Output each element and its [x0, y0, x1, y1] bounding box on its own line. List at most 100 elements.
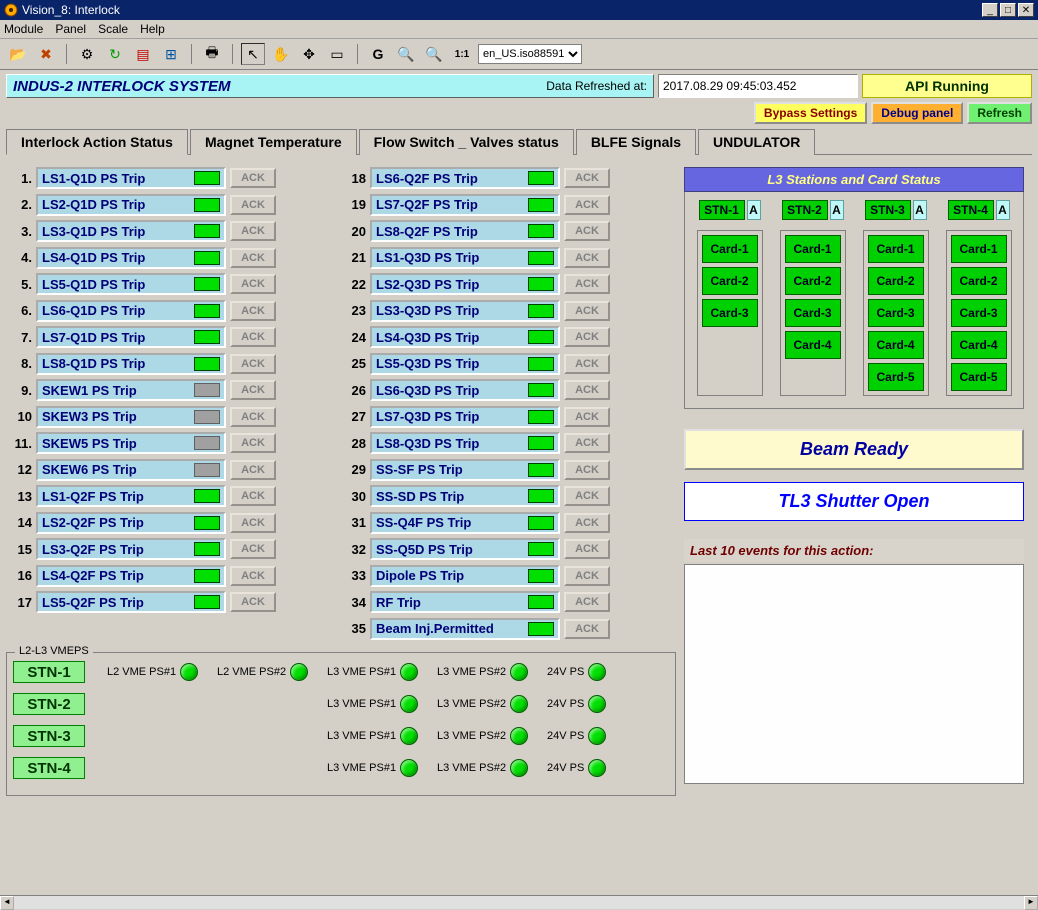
menu-panel[interactable]: Panel — [55, 22, 86, 36]
status-led — [194, 436, 220, 450]
bypass-settings-button[interactable]: Bypass Settings — [754, 102, 867, 124]
ack-button[interactable]: ACK — [564, 433, 610, 453]
tab-interlock-action-status[interactable]: Interlock Action Status — [6, 129, 188, 155]
locale-selector[interactable]: en_US.iso88591 — [478, 44, 582, 64]
ack-button[interactable]: ACK — [564, 619, 610, 639]
tab-blfe-signals[interactable]: BLFE Signals — [576, 129, 696, 155]
trip-index: 17 — [6, 595, 32, 610]
vmeps-row: STN-3L3 VME PS#1L3 VME PS#224V PS — [13, 725, 669, 747]
ack-button[interactable]: ACK — [230, 539, 276, 559]
zoom-out-icon[interactable]: 🔍 — [422, 43, 446, 65]
vmeps-cell: L2 VME PS#2 — [217, 663, 323, 681]
trip-index: 5. — [6, 277, 32, 292]
ack-button[interactable]: ACK — [230, 274, 276, 294]
ack-button[interactable]: ACK — [230, 195, 276, 215]
ack-button[interactable]: ACK — [230, 407, 276, 427]
vmeps-label: 24V PS — [547, 698, 584, 710]
menu-help[interactable]: Help — [140, 22, 165, 36]
card-status: Card-4 — [868, 331, 924, 359]
print-icon[interactable]: 🖶 — [200, 43, 224, 65]
trip-status: LS6-Q1D PS Trip — [36, 300, 226, 322]
ack-button[interactable]: ACK — [230, 380, 276, 400]
ack-button[interactable]: ACK — [564, 380, 610, 400]
vmeps-cell: L3 VME PS#1 — [327, 695, 433, 713]
trip-index: 4. — [6, 250, 32, 265]
tab-undulator[interactable]: UNDULATOR — [698, 129, 815, 155]
menu-scale[interactable]: Scale — [98, 22, 128, 36]
trip-index: 23 — [340, 303, 366, 318]
ack-button[interactable]: ACK — [564, 460, 610, 480]
trip-index: 9. — [6, 383, 32, 398]
trip-label: LS2-Q3D PS Trip — [376, 277, 479, 292]
status-led — [194, 516, 220, 530]
trip-row: 11.SKEW5 PS TripACK — [6, 432, 326, 454]
ack-button[interactable]: ACK — [230, 460, 276, 480]
zoom-reset[interactable]: 1:1 — [450, 43, 474, 65]
trip-row: 17LS5-Q2F PS TripACK — [6, 591, 326, 613]
trip-index: 18 — [340, 171, 366, 186]
status-led — [528, 622, 554, 636]
trip-row: 6.LS6-Q1D PS TripACK — [6, 300, 326, 322]
trip-index: 14 — [6, 515, 32, 530]
ack-button[interactable]: ACK — [564, 407, 610, 427]
history-icon[interactable]: ↻ — [103, 43, 127, 65]
close-window-button[interactable]: ✕ — [1018, 3, 1034, 17]
trip-column-2: 18LS6-Q2F PS TripACK19LS7-Q2F PS TripACK… — [340, 167, 660, 644]
trip-row: 5.LS5-Q1D PS TripACK — [6, 273, 326, 295]
ack-button[interactable]: ACK — [564, 539, 610, 559]
trip-label: Dipole PS Trip — [376, 568, 464, 583]
zoom-in-icon[interactable]: 🔍 — [394, 43, 418, 65]
hand-icon[interactable]: ✋ — [269, 43, 293, 65]
ack-button[interactable]: ACK — [564, 354, 610, 374]
ack-button[interactable]: ACK — [564, 301, 610, 321]
ack-button[interactable]: ACK — [230, 433, 276, 453]
horizontal-scrollbar[interactable]: ◄► — [0, 895, 1038, 909]
tree-icon[interactable]: ⊞ — [159, 43, 183, 65]
ack-button[interactable]: ACK — [564, 248, 610, 268]
cursor-icon[interactable]: ↖ — [241, 43, 265, 65]
tab-flow-switch-valves-status[interactable]: Flow Switch _ Valves status — [359, 129, 574, 155]
tab-magnet-temperature[interactable]: Magnet Temperature — [190, 129, 357, 155]
gear-icon[interactable]: ⚙ — [75, 43, 99, 65]
status-led — [194, 304, 220, 318]
ack-button[interactable]: ACK — [230, 592, 276, 612]
debug-panel-button[interactable]: Debug panel — [871, 102, 963, 124]
layers-icon[interactable]: ▤ — [131, 43, 155, 65]
trip-label: SKEW5 PS Trip — [42, 436, 137, 451]
status-led — [588, 727, 606, 745]
ack-button[interactable]: ACK — [564, 274, 610, 294]
ack-button[interactable]: ACK — [564, 486, 610, 506]
ack-button[interactable]: ACK — [564, 195, 610, 215]
ack-button[interactable]: ACK — [564, 327, 610, 347]
move-icon[interactable]: ✥ — [297, 43, 321, 65]
ack-button[interactable]: ACK — [230, 221, 276, 241]
rect-icon[interactable]: ▭ — [325, 43, 349, 65]
g-tool-icon[interactable]: G — [366, 43, 390, 65]
status-led — [528, 463, 554, 477]
ack-button[interactable]: ACK — [230, 566, 276, 586]
ack-button[interactable]: ACK — [230, 327, 276, 347]
trip-label: SKEW1 PS Trip — [42, 383, 137, 398]
status-led — [194, 198, 220, 212]
status-led — [400, 695, 418, 713]
refresh-label: Data Refreshed at: — [546, 79, 647, 93]
close-icon[interactable]: ✖ — [34, 43, 58, 65]
ack-button[interactable]: ACK — [230, 513, 276, 533]
ack-button[interactable]: ACK — [230, 248, 276, 268]
ack-button[interactable]: ACK — [230, 354, 276, 374]
ack-button[interactable]: ACK — [564, 168, 610, 188]
maximize-button[interactable]: □ — [1000, 3, 1016, 17]
trip-row: 35Beam Inj.PermittedACK — [340, 618, 660, 640]
ack-button[interactable]: ACK — [564, 221, 610, 241]
open-icon[interactable]: 📂 — [6, 43, 30, 65]
refresh-button[interactable]: Refresh — [967, 102, 1032, 124]
ack-button[interactable]: ACK — [564, 513, 610, 533]
ack-button[interactable]: ACK — [230, 168, 276, 188]
ack-button[interactable]: ACK — [564, 566, 610, 586]
ack-button[interactable]: ACK — [564, 592, 610, 612]
minimize-button[interactable]: _ — [982, 3, 998, 17]
ack-button[interactable]: ACK — [230, 301, 276, 321]
status-led — [194, 542, 220, 556]
ack-button[interactable]: ACK — [230, 486, 276, 506]
menu-module[interactable]: Module — [4, 22, 43, 36]
